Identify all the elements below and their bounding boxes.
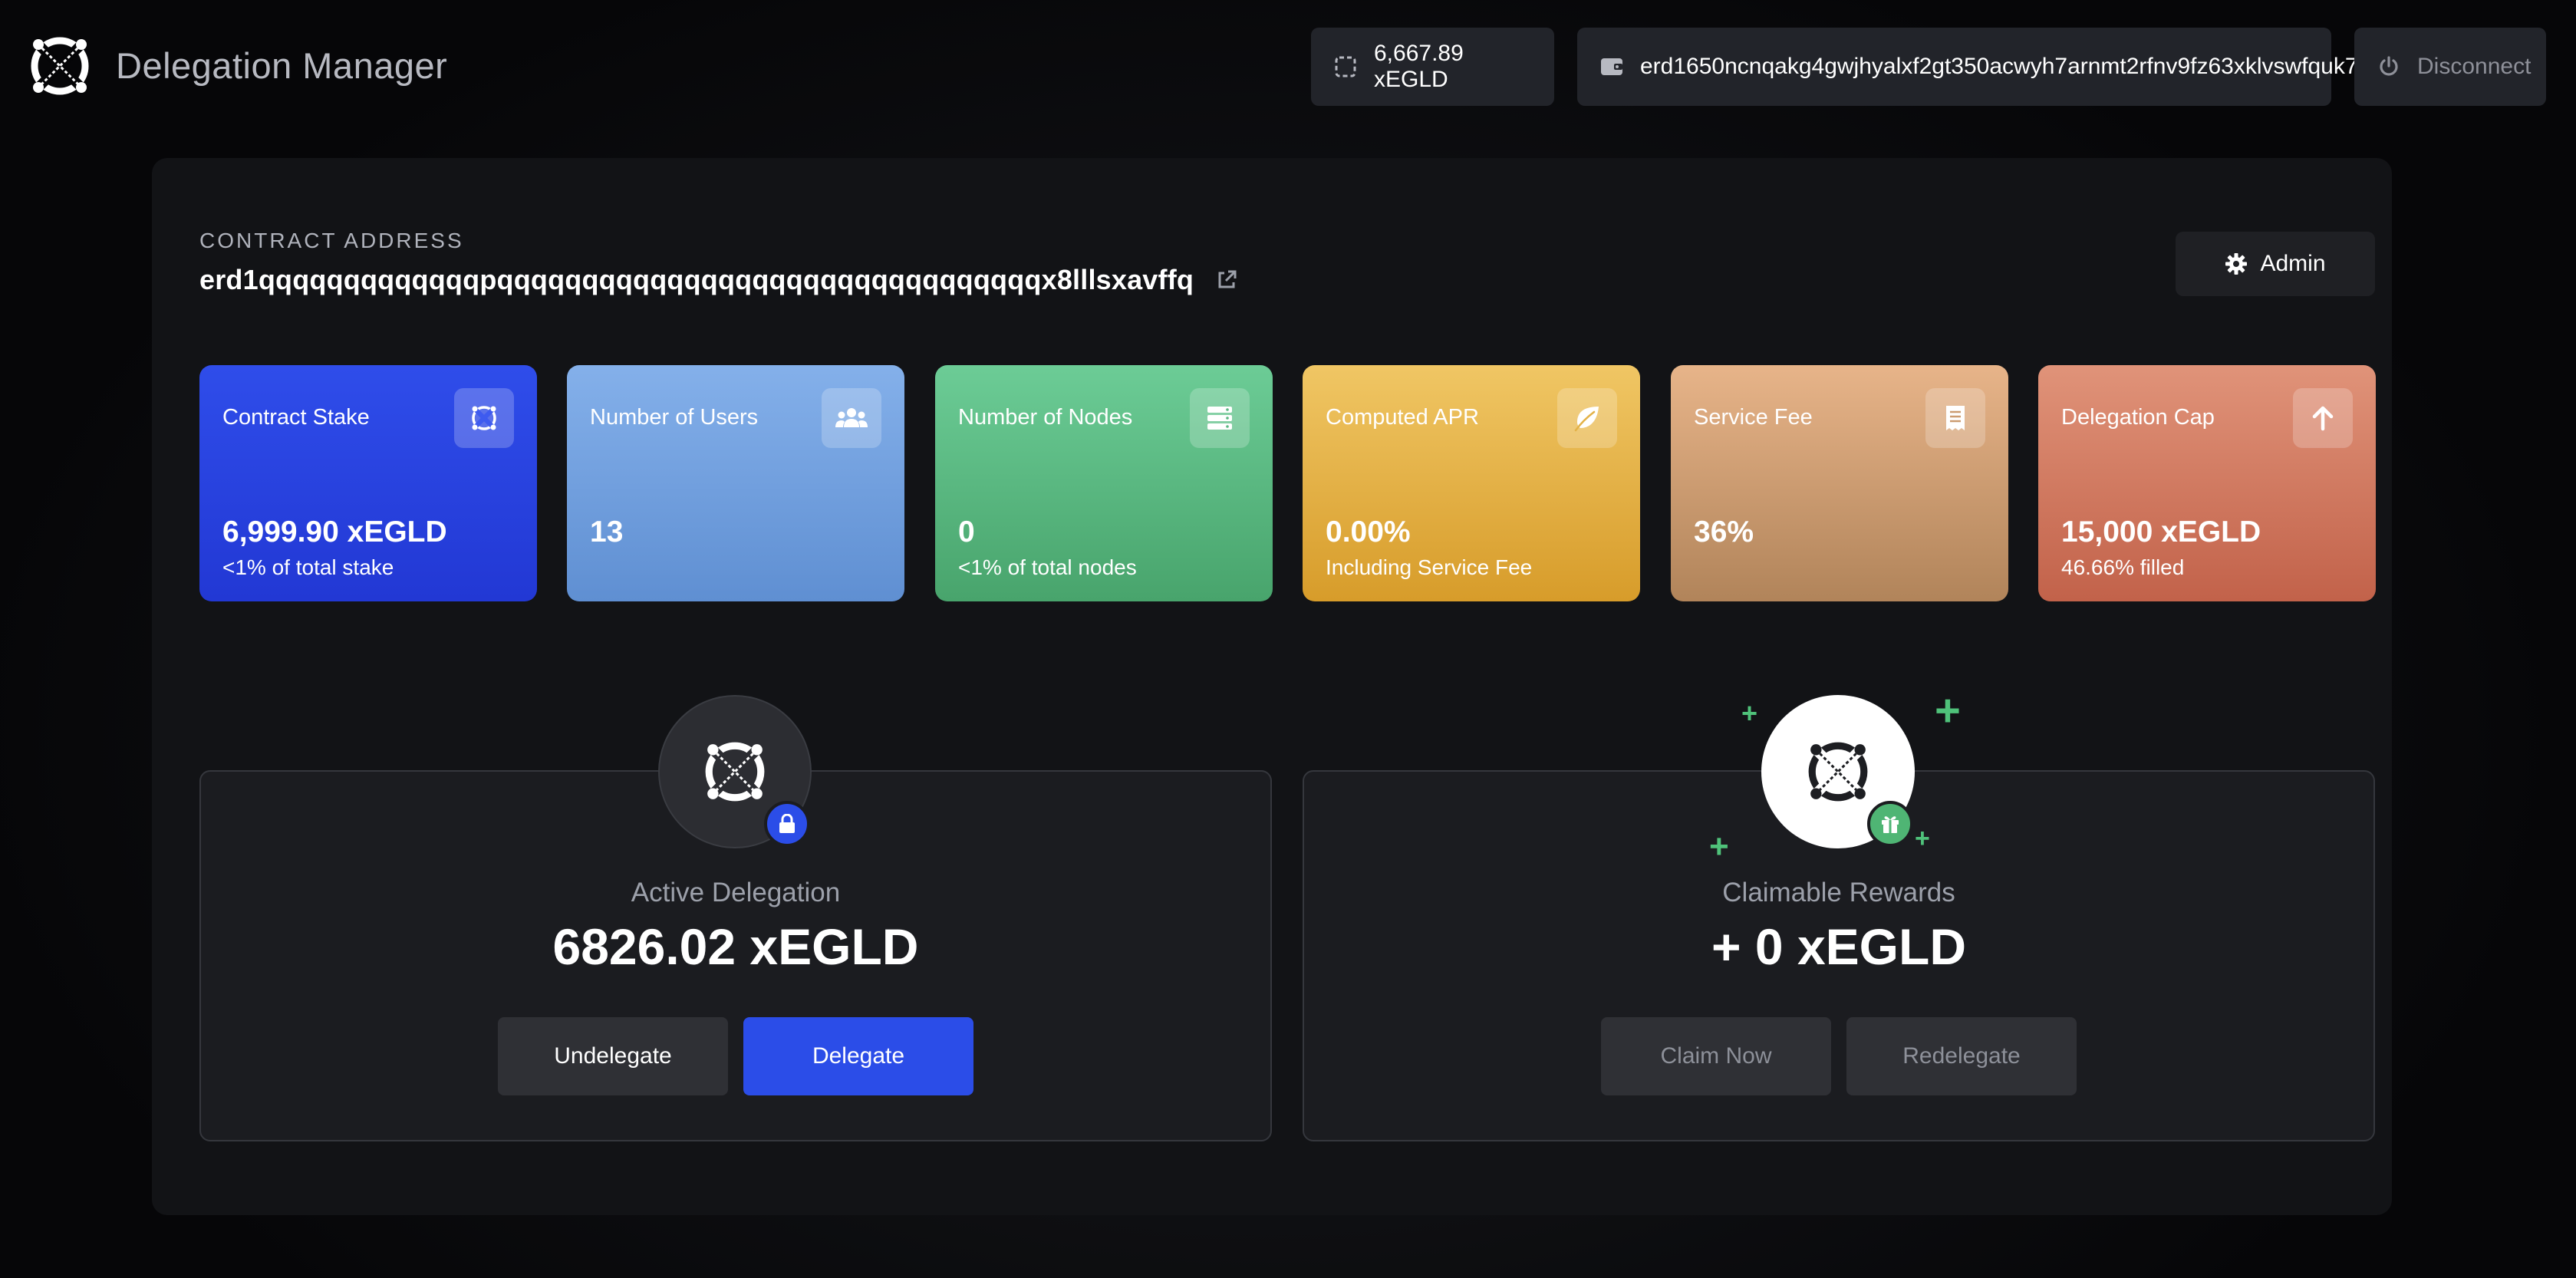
stat-value: 0 [958,515,975,548]
disconnect-label: Disconnect [2417,54,2532,79]
undelegate-button[interactable]: Undelegate [498,1017,728,1095]
egld-icon [454,388,514,448]
balance-value: 6,667.89 xEGLD [1374,41,1464,92]
stat-card-number-of-users: Number of Users 13 [567,365,904,601]
active-delegation-value: 6826.02 xEGLD [552,918,919,975]
stat-value: 36% [1694,515,1754,548]
stat-subtext: <1% of total nodes [958,555,1137,579]
claimable-rewards-title: Claimable Rewards [1722,878,1955,907]
sparkle-plus-icon: + [1741,697,1758,729]
server-icon [1190,388,1250,448]
disconnect-button[interactable]: Disconnect [2354,28,2546,106]
sparkle-plus-icon: + [1709,828,1729,865]
contract-address-row: erd1qqqqqqqqqqqqqpqqqqqqqqqqqqqqqqqqqqqq… [199,264,1238,296]
stat-card-computed-apr: Computed APR 0.00% Including Service Fee [1303,365,1640,601]
stat-card-contract-stake: Contract Stake 6,999.90 xEGLD <1% of tot… [199,365,537,601]
balance-display[interactable]: 6,667.89 xEGLD [1311,28,1554,106]
stat-card-service-fee: Service Fee 36% [1671,365,2008,601]
stat-title: Computed APR [1326,405,1479,430]
wallet-address-display[interactable]: erd1650ncnqakg4gwjhyalxf2gt350acwyh7arnm… [1577,28,2358,106]
delegate-button[interactable]: Delegate [743,1017,973,1095]
stat-title: Number of Nodes [958,405,1133,430]
egld-icon [1335,56,1356,77]
stat-title: Number of Users [590,405,759,430]
stat-value: 6,999.90 xEGLD [222,515,447,548]
stat-subtext: 46.66% filled [2061,555,2185,579]
stat-card-delegation-cap: Delegation Cap 15,000 xEGLD 46.66% fille… [2038,365,2376,601]
leaf-icon [1557,388,1617,448]
contract-address: erd1qqqqqqqqqqqqqpqqqqqqqqqqqqqqqqqqqqqq… [199,264,1194,295]
app-title: Delegation Manager [116,45,448,86]
redelegate-button[interactable]: Redelegate [1846,1017,2077,1095]
gear-icon [2225,253,2248,275]
arrow-up-icon [2293,388,2353,448]
stat-value: 0.00% [1326,515,1411,548]
gift-icon [1867,801,1913,847]
stat-value: 15,000 xEGLD [2061,515,2261,548]
sparkle-plus-icon: + [1915,824,1930,853]
admin-label: Admin [2260,251,2326,276]
wallet-icon [1601,58,1622,75]
claim-now-button[interactable]: Claim Now [1601,1017,1831,1095]
stat-subtext: Including Service Fee [1326,555,1533,579]
contract-address-label: CONTRACT ADDRESS [199,229,464,252]
elrond-logo-icon[interactable] [28,34,92,98]
admin-button[interactable]: Admin [2176,232,2375,296]
external-link-icon[interactable] [1215,268,1238,292]
wallet-address: erd1650ncnqakg4gwjhyalxf2gt350acwyh7arnm… [1640,54,2358,79]
power-icon [2380,56,2398,76]
receipt-icon [1925,388,1985,448]
top-bar: Delegation Manager 6,667.89 xEGLD erd165… [0,0,2576,135]
claimable-rewards-value: + 0 xEGLD [1711,918,1966,975]
lock-icon [764,801,810,847]
users-icon [822,388,881,448]
sparkle-plus-icon: + [1935,686,1961,736]
active-delegation-title: Active Delegation [631,878,841,907]
stat-title: Contract Stake [222,405,370,430]
stat-value: 13 [590,515,624,548]
stat-title: Delegation Cap [2061,405,2215,430]
stat-title: Service Fee [1694,405,1813,430]
stat-card-number-of-nodes: Number of Nodes 0 <1% of total nodes [935,365,1273,601]
stat-subtext: <1% of total stake [222,555,394,579]
